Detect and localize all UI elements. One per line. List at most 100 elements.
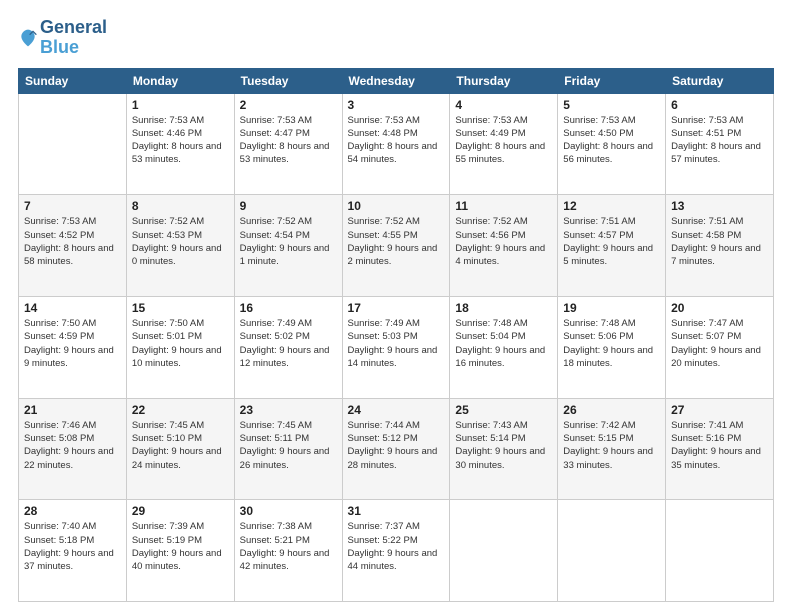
day-number: 23 (240, 403, 337, 417)
calendar-cell: 28 Sunrise: 7:40 AMSunset: 5:18 PMDayligh… (19, 500, 127, 602)
day-number: 7 (24, 199, 121, 213)
day-number: 5 (563, 98, 660, 112)
day-info: Sunrise: 7:52 AMSunset: 4:56 PMDaylight:… (455, 215, 552, 268)
calendar-week-row: 7Sunrise: 7:53 AMSunset: 4:52 PMDaylight… (19, 195, 774, 297)
day-info: Sunrise: 7:52 AMSunset: 4:53 PMDaylight:… (132, 215, 229, 268)
day-info: Sunrise: 7:47 AMSunset: 5:07 PMDaylight:… (671, 317, 768, 370)
day-info: Sunrise: 7:48 AMSunset: 5:04 PMDaylight:… (455, 317, 552, 370)
day-info: Sunrise: 7:38 AMSunset: 5:21 PMDaylight:… (240, 520, 337, 573)
calendar-cell: 3 Sunrise: 7:53 AMSunset: 4:48 PMDaylight… (342, 93, 450, 195)
weekday-header-thursday: Thursday (450, 68, 558, 93)
day-info: Sunrise: 7:53 AMSunset: 4:47 PMDaylight:… (240, 114, 337, 167)
day-number: 8 (132, 199, 229, 213)
calendar-cell: 27 Sunrise: 7:41 AMSunset: 5:16 PMDayligh… (666, 398, 774, 500)
weekday-header-tuesday: Tuesday (234, 68, 342, 93)
day-info: Sunrise: 7:51 AMSunset: 4:58 PMDaylight:… (671, 215, 768, 268)
day-info: Sunrise: 7:44 AMSunset: 5:12 PMDaylight:… (348, 419, 445, 472)
day-info: Sunrise: 7:50 AMSunset: 4:59 PMDaylight:… (24, 317, 121, 370)
calendar-cell: 20 Sunrise: 7:47 AMSunset: 5:07 PMDayligh… (666, 296, 774, 398)
day-number: 16 (240, 301, 337, 315)
calendar-body: 1Sunrise: 7:53 AMSunset: 4:46 PMDaylight… (19, 93, 774, 601)
day-info: Sunrise: 7:42 AMSunset: 5:15 PMDaylight:… (563, 419, 660, 472)
calendar-table: SundayMondayTuesdayWednesdayThursdayFrid… (18, 68, 774, 602)
day-number: 14 (24, 301, 121, 315)
day-info: Sunrise: 7:53 AMSunset: 4:48 PMDaylight:… (348, 114, 445, 167)
header: GeneralBlue (18, 18, 774, 58)
calendar-cell: 4Sunrise: 7:53 AMSunset: 4:49 PMDaylight… (450, 93, 558, 195)
day-number: 9 (240, 199, 337, 213)
day-info: Sunrise: 7:53 AMSunset: 4:50 PMDaylight:… (563, 114, 660, 167)
calendar-cell: 16Sunrise: 7:49 AMSunset: 5:02 PMDayligh… (234, 296, 342, 398)
calendar-cell: 11 Sunrise: 7:52 AMSunset: 4:56 PMDayligh… (450, 195, 558, 297)
calendar-cell: 5 Sunrise: 7:53 AMSunset: 4:50 PMDaylight… (558, 93, 666, 195)
calendar-cell (558, 500, 666, 602)
day-number: 30 (240, 504, 337, 518)
day-info: Sunrise: 7:41 AMSunset: 5:16 PMDaylight:… (671, 419, 768, 472)
calendar-week-row: 1Sunrise: 7:53 AMSunset: 4:46 PMDaylight… (19, 93, 774, 195)
weekday-header-monday: Monday (126, 68, 234, 93)
day-number: 29 (132, 504, 229, 518)
calendar-cell: 7Sunrise: 7:53 AMSunset: 4:52 PMDaylight… (19, 195, 127, 297)
calendar-cell: 6Sunrise: 7:53 AMSunset: 4:51 PMDaylight… (666, 93, 774, 195)
calendar-cell: 30 Sunrise: 7:38 AMSunset: 5:21 PMDayligh… (234, 500, 342, 602)
calendar-cell: 18 Sunrise: 7:48 AMSunset: 5:04 PMDayligh… (450, 296, 558, 398)
day-number: 26 (563, 403, 660, 417)
day-info: Sunrise: 7:52 AMSunset: 4:55 PMDaylight:… (348, 215, 445, 268)
calendar-cell: 19 Sunrise: 7:48 AMSunset: 5:06 PMDayligh… (558, 296, 666, 398)
calendar-cell (666, 500, 774, 602)
logo-text: GeneralBlue (40, 18, 107, 58)
day-number: 12 (563, 199, 660, 213)
day-number: 3 (348, 98, 445, 112)
logo-icon (18, 28, 38, 48)
calendar-cell: 13 Sunrise: 7:51 AMSunset: 4:58 PMDayligh… (666, 195, 774, 297)
day-info: Sunrise: 7:52 AMSunset: 4:54 PMDaylight:… (240, 215, 337, 268)
day-number: 27 (671, 403, 768, 417)
day-info: Sunrise: 7:45 AMSunset: 5:11 PMDaylight:… (240, 419, 337, 472)
calendar-cell (450, 500, 558, 602)
calendar-week-row: 14 Sunrise: 7:50 AMSunset: 4:59 PMDayligh… (19, 296, 774, 398)
weekday-header-sunday: Sunday (19, 68, 127, 93)
weekday-header-saturday: Saturday (666, 68, 774, 93)
calendar-cell: 31Sunrise: 7:37 AMSunset: 5:22 PMDayligh… (342, 500, 450, 602)
calendar-cell: 22Sunrise: 7:45 AMSunset: 5:10 PMDayligh… (126, 398, 234, 500)
day-info: Sunrise: 7:53 AMSunset: 4:51 PMDaylight:… (671, 114, 768, 167)
calendar-cell: 29Sunrise: 7:39 AMSunset: 5:19 PMDayligh… (126, 500, 234, 602)
day-info: Sunrise: 7:40 AMSunset: 5:18 PMDaylight:… (24, 520, 121, 573)
day-number: 17 (348, 301, 445, 315)
day-number: 20 (671, 301, 768, 315)
logo: GeneralBlue (18, 18, 107, 58)
day-number: 24 (348, 403, 445, 417)
calendar-cell (19, 93, 127, 195)
calendar-cell: 8 Sunrise: 7:52 AMSunset: 4:53 PMDaylight… (126, 195, 234, 297)
day-info: Sunrise: 7:53 AMSunset: 4:46 PMDaylight:… (132, 114, 229, 167)
day-number: 13 (671, 199, 768, 213)
day-info: Sunrise: 7:49 AMSunset: 5:03 PMDaylight:… (348, 317, 445, 370)
day-number: 19 (563, 301, 660, 315)
calendar-header: SundayMondayTuesdayWednesdayThursdayFrid… (19, 68, 774, 93)
day-number: 22 (132, 403, 229, 417)
day-number: 25 (455, 403, 552, 417)
day-number: 28 (24, 504, 121, 518)
day-number: 2 (240, 98, 337, 112)
calendar-cell: 10 Sunrise: 7:52 AMSunset: 4:55 PMDayligh… (342, 195, 450, 297)
day-number: 11 (455, 199, 552, 213)
calendar-cell: 26 Sunrise: 7:42 AMSunset: 5:15 PMDayligh… (558, 398, 666, 500)
calendar-cell: 2 Sunrise: 7:53 AMSunset: 4:47 PMDaylight… (234, 93, 342, 195)
day-number: 10 (348, 199, 445, 213)
calendar-cell: 14 Sunrise: 7:50 AMSunset: 4:59 PMDayligh… (19, 296, 127, 398)
day-info: Sunrise: 7:43 AMSunset: 5:14 PMDaylight:… (455, 419, 552, 472)
calendar-cell: 15 Sunrise: 7:50 AMSunset: 5:01 PMDayligh… (126, 296, 234, 398)
day-info: Sunrise: 7:50 AMSunset: 5:01 PMDaylight:… (132, 317, 229, 370)
calendar-cell: 12 Sunrise: 7:51 AMSunset: 4:57 PMDayligh… (558, 195, 666, 297)
calendar-cell: 9 Sunrise: 7:52 AMSunset: 4:54 PMDaylight… (234, 195, 342, 297)
day-info: Sunrise: 7:48 AMSunset: 5:06 PMDaylight:… (563, 317, 660, 370)
weekday-header-row: SundayMondayTuesdayWednesdayThursdayFrid… (19, 68, 774, 93)
day-info: Sunrise: 7:46 AMSunset: 5:08 PMDaylight:… (24, 419, 121, 472)
day-number: 21 (24, 403, 121, 417)
weekday-header-wednesday: Wednesday (342, 68, 450, 93)
calendar-week-row: 28 Sunrise: 7:40 AMSunset: 5:18 PMDayligh… (19, 500, 774, 602)
day-number: 18 (455, 301, 552, 315)
day-number: 15 (132, 301, 229, 315)
page: GeneralBlue SundayMondayTuesdayWednesday… (0, 0, 792, 612)
day-info: Sunrise: 7:51 AMSunset: 4:57 PMDaylight:… (563, 215, 660, 268)
